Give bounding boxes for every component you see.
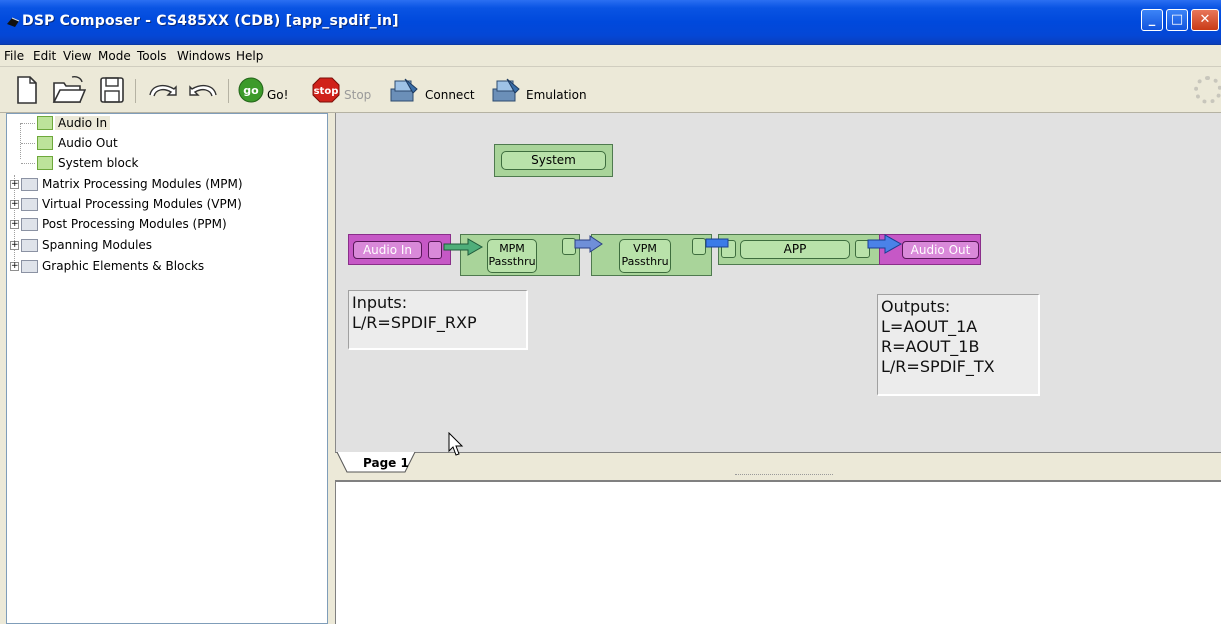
inputs-title: Inputs: bbox=[352, 293, 408, 312]
go-button-label[interactable]: Go! bbox=[267, 88, 288, 102]
vpm-mode: Passthru bbox=[621, 255, 669, 268]
menu-windows[interactable]: Windows bbox=[177, 49, 231, 63]
output-port bbox=[855, 240, 870, 258]
menu-help[interactable]: Help bbox=[236, 49, 263, 63]
tree-item-system-block[interactable]: System block bbox=[7, 155, 327, 173]
close-button[interactable]: ✕ bbox=[1191, 9, 1219, 31]
folder-icon bbox=[21, 178, 38, 191]
system-block-label: System bbox=[501, 151, 606, 170]
system-block[interactable]: System bbox=[494, 144, 613, 177]
stop-badge-text: stop bbox=[314, 86, 339, 97]
tree-item-label: Virtual Processing Modules (VPM) bbox=[42, 197, 242, 211]
expand-plus-icon[interactable]: + bbox=[10, 220, 19, 229]
app-block[interactable]: APP bbox=[718, 234, 880, 265]
tree-item-graphic-elements[interactable]: + Graphic Elements & Blocks bbox=[7, 258, 327, 276]
menu-tools[interactable]: Tools bbox=[137, 49, 167, 63]
audio-in-block[interactable]: Audio In bbox=[348, 234, 451, 265]
input-port bbox=[721, 240, 736, 258]
outputs-title: Outputs: bbox=[881, 297, 951, 316]
tree-item-vpm[interactable]: + Virtual Processing Modules (VPM) bbox=[7, 196, 327, 214]
output-port bbox=[692, 238, 706, 255]
stop-button-label[interactable]: Stop bbox=[344, 88, 371, 102]
output-port bbox=[562, 238, 576, 255]
folder-icon bbox=[21, 198, 38, 211]
app-icon bbox=[7, 17, 20, 27]
vpm-passthru-pill: VPM Passthru bbox=[619, 239, 671, 273]
tree-item-audio-in[interactable]: Audio In bbox=[7, 115, 327, 133]
go-icon[interactable]: go bbox=[238, 75, 264, 105]
save-icon[interactable] bbox=[98, 75, 126, 105]
audio-out-label: Audio Out bbox=[902, 241, 979, 259]
tree-item-label: System block bbox=[58, 156, 139, 170]
toolbar-separator bbox=[135, 79, 136, 103]
menu-view[interactable]: View bbox=[63, 49, 91, 63]
window-title: DSP Composer - CS485XX (CDB) [app_spdif_… bbox=[22, 13, 399, 29]
app-label: APP bbox=[740, 240, 850, 259]
audio-in-label: Audio In bbox=[353, 241, 422, 259]
inputs-note: Inputs: L/R=SPDIF_RXP bbox=[348, 290, 528, 350]
mouse-cursor-icon bbox=[448, 432, 464, 456]
maximize-button[interactable]: □ bbox=[1166, 9, 1188, 31]
diagram-canvas[interactable]: System Audio In MPM Passthru VPM Passthr… bbox=[335, 113, 1221, 452]
minimize-button[interactable]: _ bbox=[1141, 9, 1163, 31]
panel-splitter[interactable] bbox=[328, 113, 335, 624]
toolbar-separator bbox=[228, 79, 229, 103]
output-port bbox=[428, 241, 442, 259]
mpm-passthru-block[interactable]: MPM Passthru bbox=[460, 234, 580, 276]
tree-item-label: Audio In bbox=[55, 116, 111, 130]
output-panel bbox=[335, 480, 1221, 624]
tree-item-label: Matrix Processing Modules (MPM) bbox=[42, 177, 243, 191]
tree-item-audio-out[interactable]: Audio Out bbox=[7, 135, 327, 153]
title-bar[interactable]: DSP Composer - CS485XX (CDB) [app_spdif_… bbox=[0, 0, 1221, 45]
connect-icon[interactable] bbox=[387, 75, 421, 105]
menu-file[interactable]: File bbox=[4, 49, 24, 63]
menu-edit[interactable]: Edit bbox=[33, 49, 56, 63]
menu-bar: File Edit View Mode Tools Windows Help bbox=[0, 45, 1221, 67]
stop-icon[interactable]: stop bbox=[311, 75, 341, 105]
waveform-icon bbox=[37, 116, 53, 130]
outputs-note: Outputs: L=AOUT_1A R=AOUT_1B L/R=SPDIF_T… bbox=[877, 294, 1040, 396]
busy-spinner-icon bbox=[1194, 76, 1221, 104]
expand-plus-icon[interactable]: + bbox=[10, 200, 19, 209]
redo-icon[interactable] bbox=[186, 75, 220, 105]
expand-plus-icon[interactable]: + bbox=[10, 262, 19, 271]
tree-item-label: Audio Out bbox=[58, 136, 118, 150]
folder-icon bbox=[21, 239, 38, 252]
tree-item-label: Spanning Modules bbox=[42, 238, 153, 252]
mpm-passthru-pill: MPM Passthru bbox=[487, 239, 537, 273]
waveform-icon bbox=[37, 136, 53, 150]
tab-page-1[interactable]: Page 1 bbox=[363, 456, 409, 470]
module-tree[interactable]: Audio In Audio Out System block + Matrix… bbox=[6, 113, 328, 624]
new-file-icon[interactable] bbox=[14, 75, 40, 105]
menu-mode[interactable]: Mode bbox=[98, 49, 131, 63]
vpm-name: VPM bbox=[633, 242, 657, 255]
outputs-line: L=AOUT_1A bbox=[881, 317, 978, 336]
mpm-name: MPM bbox=[499, 242, 525, 255]
audio-out-block[interactable]: Audio Out bbox=[879, 234, 981, 265]
undo-icon[interactable] bbox=[146, 75, 180, 105]
emulation-button-label[interactable]: Emulation bbox=[526, 88, 587, 102]
page-tab-strip: Page 1 bbox=[335, 452, 1221, 474]
folder-icon bbox=[21, 260, 38, 273]
tree-item-label: Post Processing Modules (PPM) bbox=[42, 217, 227, 231]
connect-button-label[interactable]: Connect bbox=[425, 88, 475, 102]
tree-item-spanning[interactable]: + Spanning Modules bbox=[7, 237, 327, 255]
tree-item-label: Graphic Elements & Blocks bbox=[42, 259, 205, 273]
toolbar: go Go! stop Stop Connect Emulation bbox=[0, 67, 1221, 113]
waveform-icon bbox=[37, 156, 53, 170]
vpm-passthru-block[interactable]: VPM Passthru bbox=[591, 234, 712, 276]
inputs-line: L/R=SPDIF_RXP bbox=[352, 313, 477, 332]
outputs-line: R=AOUT_1B bbox=[881, 337, 980, 356]
tree-item-ppm[interactable]: + Post Processing Modules (PPM) bbox=[7, 216, 327, 234]
open-folder-icon[interactable] bbox=[52, 75, 86, 105]
emulation-icon[interactable] bbox=[489, 75, 523, 105]
expand-plus-icon[interactable]: + bbox=[10, 241, 19, 250]
folder-icon bbox=[21, 218, 38, 231]
tree-item-mpm[interactable]: + Matrix Processing Modules (MPM) bbox=[7, 176, 327, 194]
connection-arrows bbox=[443, 234, 903, 256]
mpm-mode: Passthru bbox=[488, 255, 536, 268]
expand-plus-icon[interactable]: + bbox=[10, 180, 19, 189]
outputs-line: L/R=SPDIF_TX bbox=[881, 357, 995, 376]
go-badge-text: go bbox=[243, 84, 259, 97]
